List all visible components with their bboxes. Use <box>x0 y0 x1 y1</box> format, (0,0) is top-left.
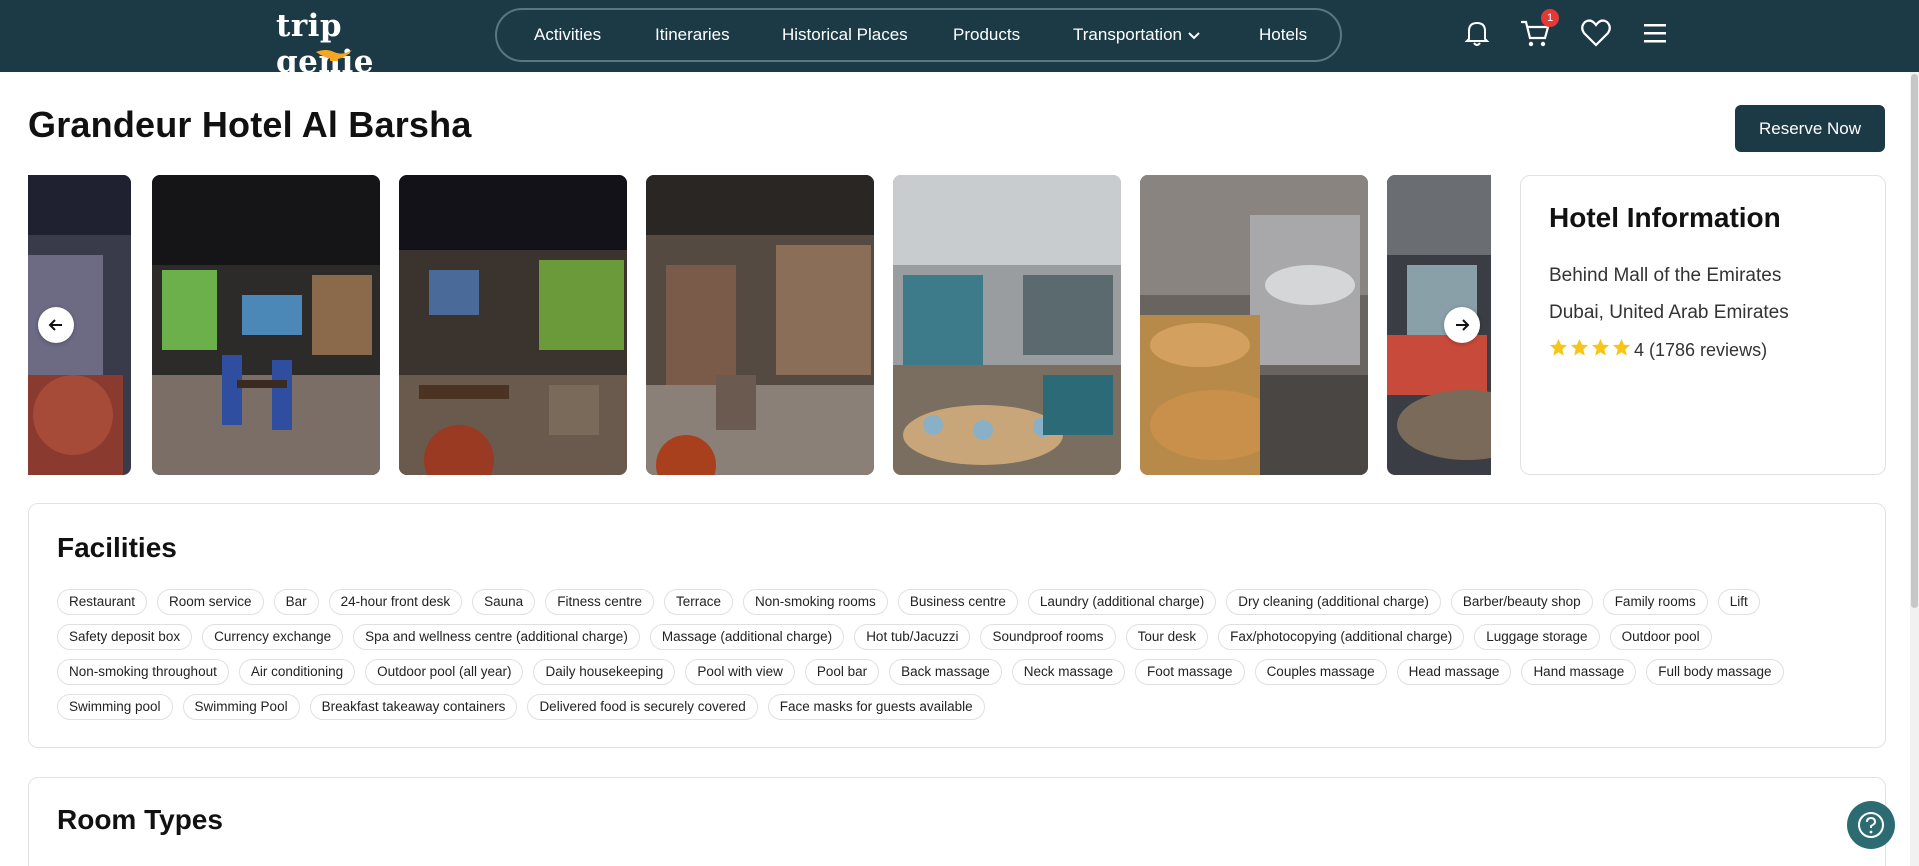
facility-chip: Soundproof rooms <box>980 624 1116 650</box>
arrow-right-icon <box>1456 319 1470 331</box>
room-types-card: Room Types <box>28 777 1886 866</box>
star-icon <box>1591 338 1610 356</box>
gallery-next-button[interactable] <box>1444 307 1480 343</box>
facility-chip: Pool with view <box>685 659 795 685</box>
logo-text: trip genie <box>276 8 374 80</box>
facility-chip: Terrace <box>664 589 734 615</box>
facility-chip: Laundry (additional charge) <box>1027 589 1217 615</box>
page-scrollbar[interactable] <box>1910 72 1919 866</box>
address-line-1: Behind Mall of the Emirates <box>1549 265 1782 286</box>
nav-activities[interactable]: Activities <box>534 10 601 60</box>
scrollbar-thumb[interactable] <box>1911 74 1918 608</box>
facilities-title: Facilities <box>57 532 177 563</box>
facility-chip: Tour desk <box>1125 624 1209 650</box>
main-nav: Activities Itineraries Historical Places… <box>495 8 1342 62</box>
star-icon <box>1612 338 1631 356</box>
facility-chip: Dry cleaning (additional charge) <box>1226 589 1441 615</box>
nav-transportation[interactable]: Transportation <box>1073 10 1200 60</box>
help-question-icon <box>1858 812 1884 838</box>
nav-historical-places[interactable]: Historical Places <box>782 10 908 60</box>
nav-hotels[interactable]: Hotels <box>1259 10 1307 60</box>
facility-chip: Lift <box>1717 589 1760 615</box>
menu-icon[interactable] <box>1638 16 1672 50</box>
heart-icon[interactable] <box>1579 16 1613 50</box>
reserve-now-button[interactable]: Reserve Now <box>1735 105 1885 152</box>
facility-chip: Delivered food is securely covered <box>527 694 758 720</box>
star-icon <box>1549 338 1568 356</box>
chevron-down-icon <box>1188 31 1200 39</box>
gallery-photo[interactable] <box>399 175 627 475</box>
hotel-name-title: Grandeur Hotel Al Barsha <box>28 104 472 145</box>
room-types-title: Room Types <box>57 804 223 835</box>
facility-chip: Bar <box>273 589 319 615</box>
facility-chip: Back massage <box>889 659 1002 685</box>
facility-chip: Massage (additional charge) <box>649 624 845 650</box>
facility-chip: Foot massage <box>1135 659 1245 685</box>
facility-chip: Daily housekeeping <box>533 659 676 685</box>
facility-chip: Currency exchange <box>202 624 344 650</box>
address-line-2: Dubai, United Arab Emirates <box>1549 302 1789 323</box>
rating-reviews-text: 4 (1786 reviews) <box>1634 340 1768 360</box>
facility-chip: Swimming pool <box>57 694 173 720</box>
help-button[interactable] <box>1847 801 1895 849</box>
trip-genie-logo[interactable]: trip genie <box>270 8 430 80</box>
facility-chip: Swimming Pool <box>182 694 300 720</box>
gallery-photo[interactable] <box>1140 175 1368 475</box>
facilities-card: Facilities Restaurant Room service Bar 24-h… <box>28 503 1886 748</box>
facility-chip: Business centre <box>897 589 1018 615</box>
facility-chip: Safety deposit box <box>57 624 193 650</box>
facility-chip: Non-smoking rooms <box>743 589 888 615</box>
hotel-information-title: Hotel Information <box>1549 202 1781 233</box>
nav-products[interactable]: Products <box>953 10 1020 60</box>
arrow-left-icon <box>48 319 62 331</box>
facility-chip: Face masks for guests available <box>767 694 985 720</box>
gallery-photo[interactable] <box>646 175 874 475</box>
gallery-photo[interactable] <box>152 175 380 475</box>
star-rating <box>1549 338 1631 357</box>
facility-chip: Hot tub/Jacuzzi <box>854 624 971 650</box>
facility-chip: Barber/beauty shop <box>1450 589 1593 615</box>
facility-chip: Fax/photocopying (additional charge) <box>1218 624 1465 650</box>
facility-chip: Hand massage <box>1521 659 1637 685</box>
photo-gallery <box>28 175 1491 475</box>
facility-chip: Breakfast takeaway containers <box>309 694 518 720</box>
facility-chip: Pool bar <box>804 659 880 685</box>
facility-chip: Family rooms <box>1602 589 1708 615</box>
top-navigation-bar: trip genie Activities Itineraries Histor… <box>0 0 1919 80</box>
facility-chip: Fitness centre <box>545 589 654 615</box>
facility-chip: Air conditioning <box>238 659 356 685</box>
nav-transportation-label: Transportation <box>1073 25 1182 44</box>
facility-chip: Neck massage <box>1011 659 1126 685</box>
cart-count-badge: 1 <box>1541 9 1559 27</box>
facilities-chip-list: Restaurant Room service Bar 24-hour front d… <box>57 589 1867 720</box>
facility-chip: Restaurant <box>57 589 148 615</box>
facility-chip: Outdoor pool <box>1609 624 1712 650</box>
facility-chip: Room service <box>157 589 264 615</box>
hotel-information-card: Hotel Information Behind Mall of the Emi… <box>1520 175 1886 475</box>
facility-chip: Luggage storage <box>1474 624 1600 650</box>
facility-chip: Outdoor pool (all year) <box>365 659 524 685</box>
facility-chip: Full body massage <box>1646 659 1784 685</box>
genie-lamp-icon <box>316 50 352 61</box>
nav-itineraries[interactable]: Itineraries <box>655 10 730 60</box>
facility-chip: Sauna <box>472 589 536 615</box>
facility-chip: Head massage <box>1396 659 1512 685</box>
facility-chip: Non-smoking throughout <box>57 659 229 685</box>
bell-icon[interactable] <box>1460 16 1494 50</box>
gallery-photo[interactable] <box>893 175 1121 475</box>
facility-chip: Couples massage <box>1254 659 1387 685</box>
facility-chip: Spa and wellness centre (additional char… <box>353 624 640 650</box>
facility-chip: 24-hour front desk <box>328 589 463 615</box>
star-icon <box>1570 338 1589 356</box>
gallery-prev-button[interactable] <box>38 307 74 343</box>
